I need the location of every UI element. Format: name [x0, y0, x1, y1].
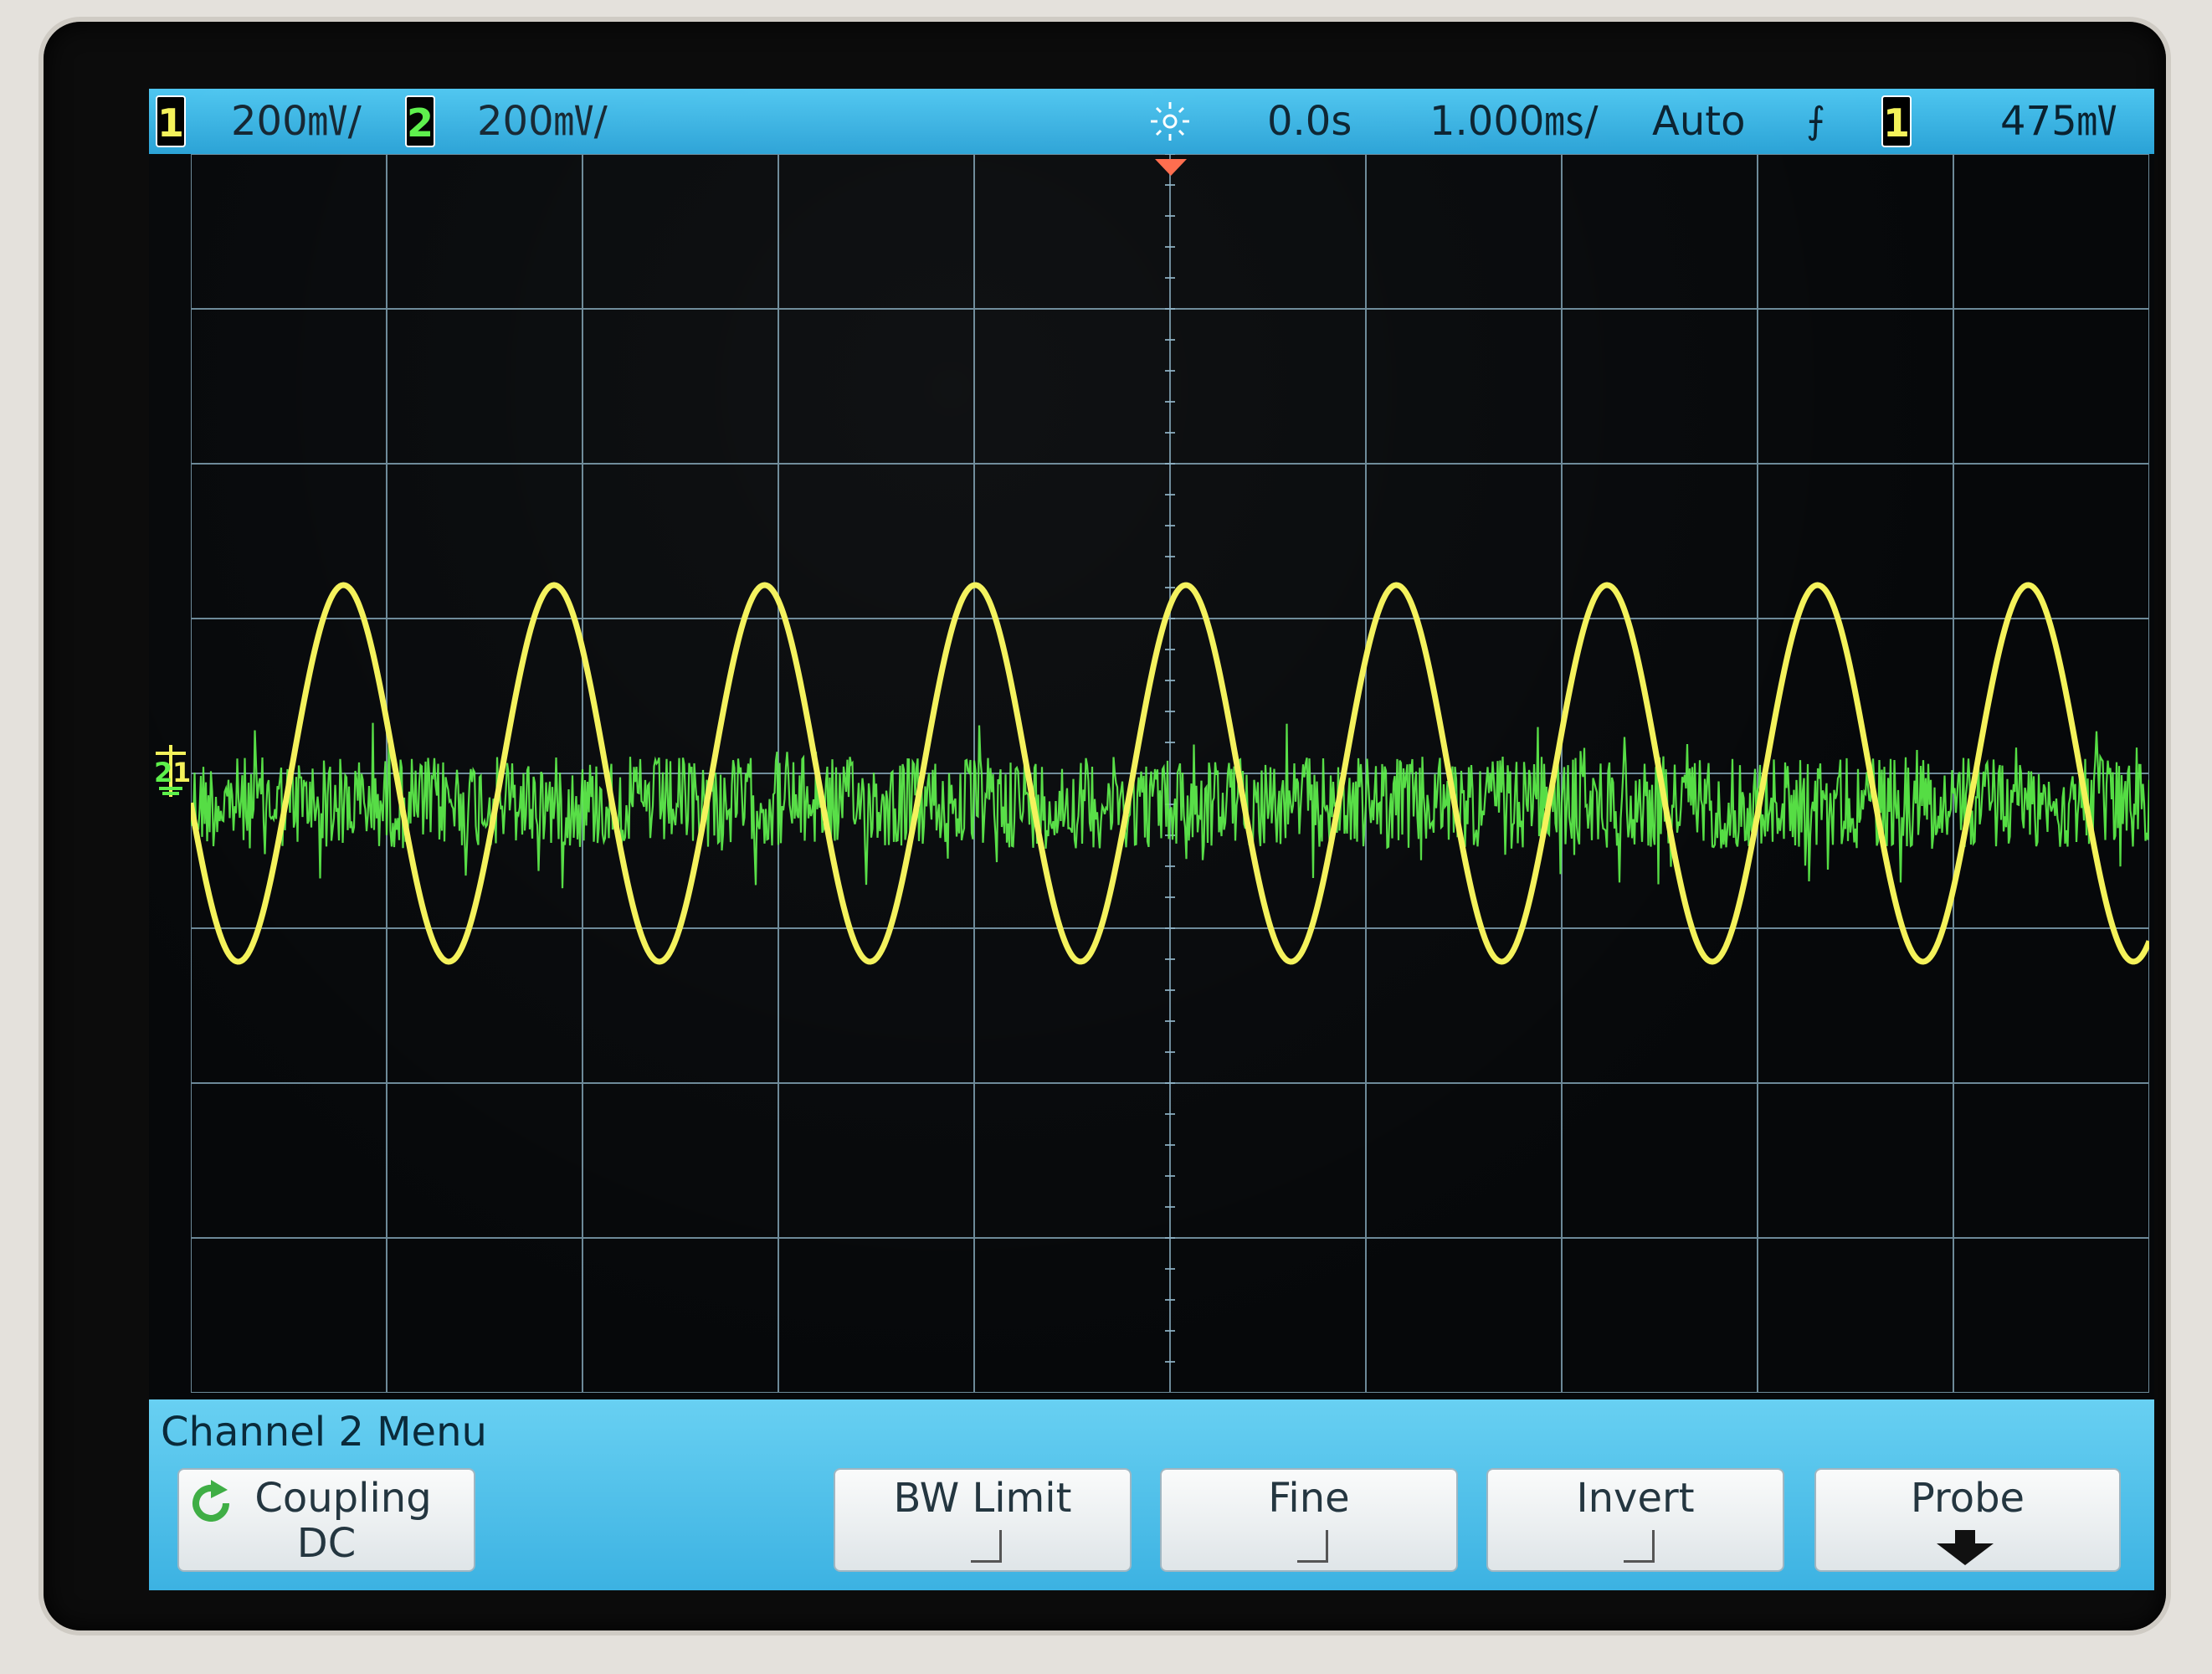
trigger-source-indicator: 1: [1881, 95, 1912, 147]
probe-softkey[interactable]: Probe: [1814, 1468, 2121, 1572]
fine-softkey[interactable]: Fine: [1160, 1468, 1458, 1572]
ch1-indicator[interactable]: 1: [156, 95, 186, 147]
ch1-ground-label: 1: [172, 757, 192, 788]
invert-label: Invert: [1576, 1475, 1695, 1522]
ch2-ground-label: 2: [154, 757, 173, 788]
coupling-value: DC: [296, 1520, 357, 1567]
trigger-slope-icon: ⨍: [1806, 100, 1825, 142]
ground-marker: 2 1: [152, 742, 192, 800]
trigger-mode: Auto: [1652, 98, 1746, 145]
status-bar: 1 200㎷/ 2 200㎷/ 0.0s 1.000㎳/ Auto ⨍ 1 47…: [149, 89, 2154, 154]
down-arrow-icon: [1937, 1530, 1994, 1565]
acquisition-sun-icon: [1145, 95, 1195, 147]
bw-limit-checkbox: [971, 1530, 1002, 1563]
time-scale: 1.000㎳/: [1429, 98, 1599, 145]
invert-checkbox: [1624, 1530, 1655, 1563]
ch2-indicator[interactable]: 2: [405, 95, 435, 147]
graticule: [191, 154, 2149, 1393]
fine-label: Fine: [1268, 1475, 1350, 1522]
graticule-area: [191, 154, 2149, 1393]
bw-limit-softkey[interactable]: BW Limit: [834, 1468, 1132, 1572]
coupling-softkey[interactable]: Coupling DC: [177, 1468, 475, 1572]
oscilloscope-screen: 1 200㎷/ 2 200㎷/ 0.0s 1.000㎳/ Auto ⨍ 1 47…: [149, 89, 2154, 1590]
ch1-scale: 200㎷/: [231, 98, 362, 145]
oscilloscope-bezel: 1 200㎷/ 2 200㎷/ 0.0s 1.000㎳/ Auto ⨍ 1 47…: [44, 22, 2166, 1630]
bw-limit-label: BW Limit: [893, 1475, 1072, 1522]
coupling-label: Coupling: [254, 1475, 432, 1522]
invert-softkey[interactable]: Invert: [1486, 1468, 1784, 1572]
probe-label: Probe: [1910, 1475, 2025, 1522]
trigger-position-marker: [1155, 159, 1187, 176]
menu-title: Channel 2 Menu: [161, 1409, 487, 1456]
ch2-scale: 200㎷/: [477, 98, 608, 145]
trigger-level: 475㎷: [2000, 98, 2117, 145]
softkey-menu-panel: Channel 2 Menu Coupling DC BW Limit Fine…: [149, 1399, 2154, 1590]
time-position: 0.0s: [1267, 98, 1352, 145]
fine-checkbox: [1297, 1530, 1328, 1563]
